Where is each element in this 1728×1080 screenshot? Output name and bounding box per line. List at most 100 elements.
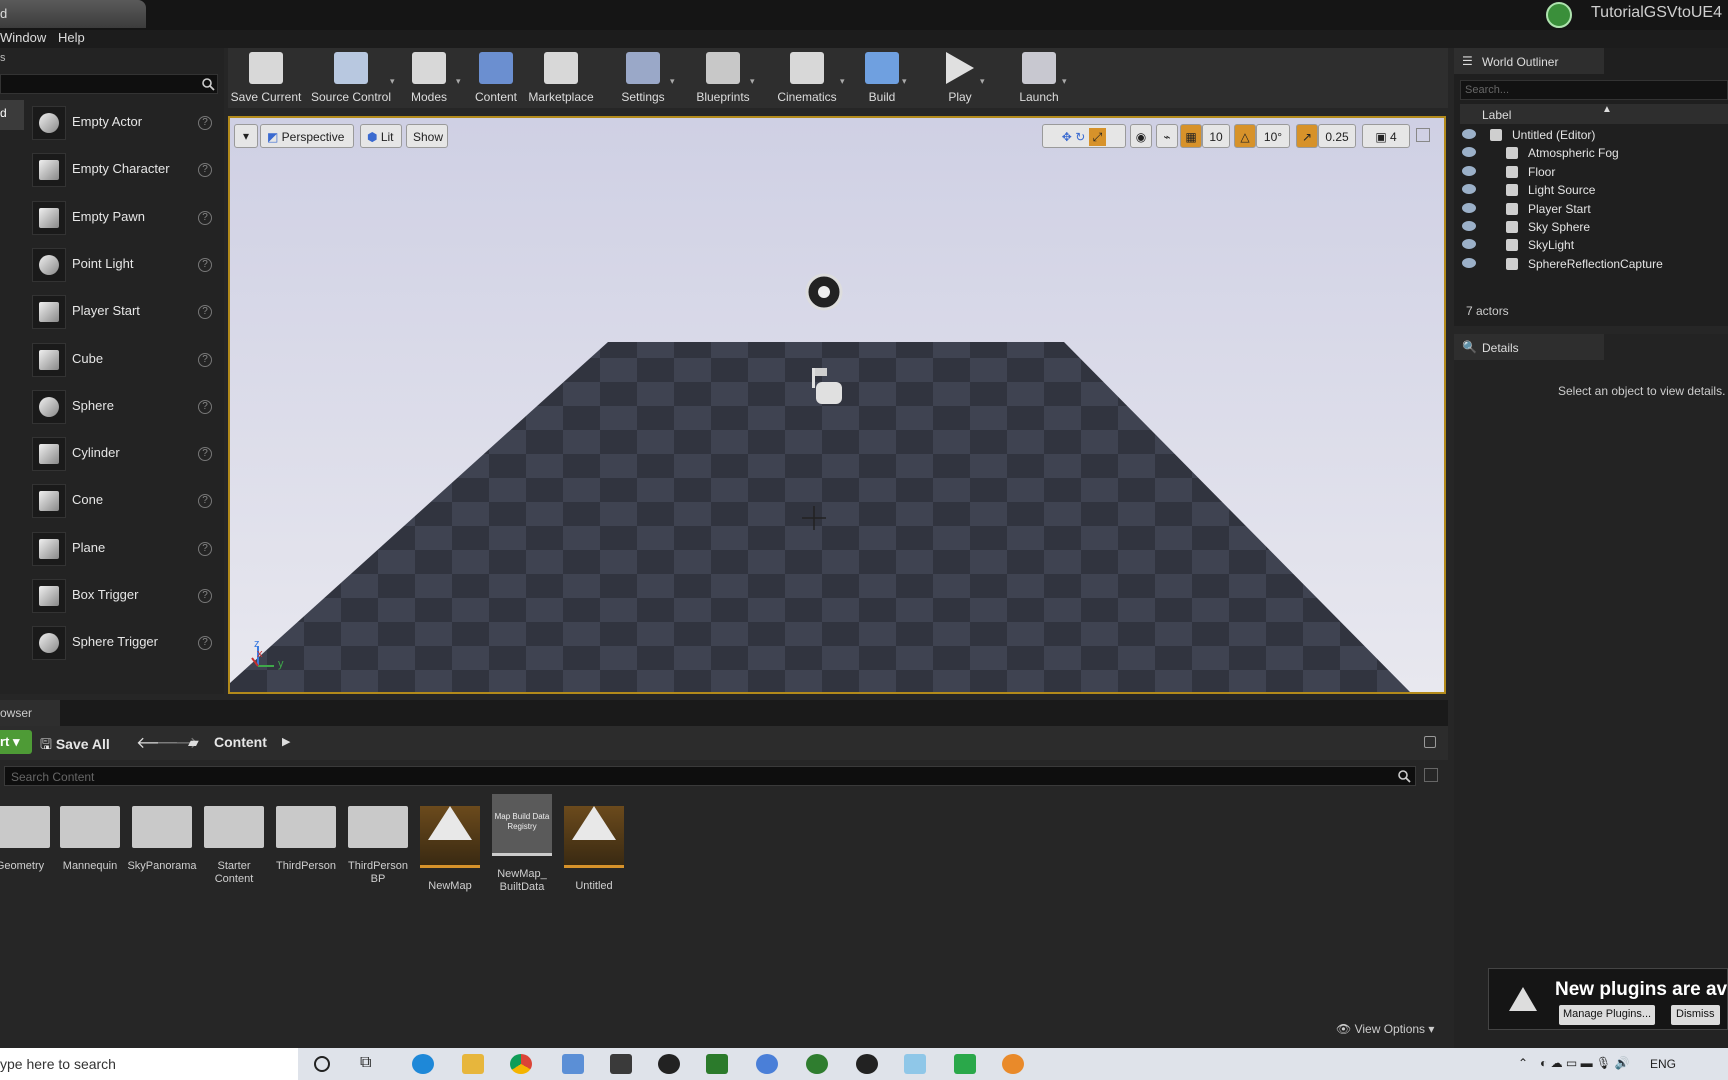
modes-tab-fragment[interactable]: s bbox=[0, 52, 6, 64]
chevron-down-icon[interactable]: ▾ bbox=[456, 76, 461, 87]
language-indicator[interactable]: ENG bbox=[1650, 1057, 1676, 1071]
show-button[interactable]: Show bbox=[406, 124, 448, 148]
place-item-sphere-trigger[interactable]: Sphere Trigger? bbox=[26, 622, 220, 665]
file-explorer-icon[interactable] bbox=[462, 1054, 484, 1074]
label-column-header[interactable]: Label ▲ bbox=[1460, 104, 1728, 124]
modes-search-input[interactable] bbox=[0, 74, 218, 94]
scale-icon[interactable]: ⤢ bbox=[1088, 128, 1107, 146]
surface-snap-button[interactable]: ⌁ bbox=[1156, 124, 1178, 148]
place-item-cylinder[interactable]: Cylinder? bbox=[26, 433, 220, 476]
outliner-row[interactable]: Floor bbox=[1454, 163, 1728, 181]
settings-button[interactable]: Settings bbox=[610, 52, 676, 108]
outliner-row[interactable]: SphereReflectionCapture bbox=[1454, 255, 1728, 273]
cortana-icon[interactable] bbox=[314, 1056, 330, 1072]
help-icon[interactable]: ? bbox=[198, 257, 212, 272]
outliner-row[interactable]: Untitled (Editor) bbox=[1454, 126, 1728, 144]
place-category-tab[interactable]: d bbox=[0, 100, 24, 130]
outliner-search-input[interactable]: Search... bbox=[1460, 80, 1728, 100]
rotation-snap-value[interactable]: 10° bbox=[1256, 124, 1290, 148]
place-item-box-trigger[interactable]: Box Trigger? bbox=[26, 575, 220, 618]
asset-tile[interactable]: ThirdPerson bbox=[270, 794, 342, 873]
asset-tile[interactable]: Map Build Data Registry NewMap_ BuiltData bbox=[486, 794, 558, 894]
chrome-alt-icon[interactable] bbox=[756, 1054, 778, 1074]
help-icon[interactable]: ? bbox=[198, 399, 212, 414]
path-content[interactable]: Content bbox=[214, 734, 267, 750]
translate-icon[interactable]: ✥ bbox=[1062, 130, 1072, 144]
content-browser-tab[interactable]: owser bbox=[0, 700, 60, 726]
asset-tile[interactable]: Mannequin bbox=[54, 794, 126, 873]
chevron-down-icon[interactable]: ▾ bbox=[840, 76, 845, 87]
scale-snap-value[interactable]: 0.25 bbox=[1318, 124, 1356, 148]
view-options-button[interactable]: 👁 View Options ▾ bbox=[1336, 1022, 1434, 1036]
outliner-row[interactable]: Atmospheric Fog bbox=[1454, 144, 1728, 162]
taskbar-search-input[interactable]: ype here to search bbox=[0, 1048, 298, 1080]
help-icon[interactable]: ? bbox=[198, 116, 212, 130]
place-item-plane[interactable]: Plane? bbox=[26, 528, 220, 571]
visibility-eye-icon[interactable] bbox=[1462, 239, 1476, 250]
marketplace-button[interactable]: Marketplace bbox=[526, 52, 596, 108]
save-current-button[interactable]: Save Current bbox=[228, 52, 304, 108]
help-icon[interactable]: ? bbox=[198, 447, 212, 462]
lock-icon[interactable] bbox=[1424, 736, 1436, 748]
save-search-icon[interactable] bbox=[1424, 768, 1438, 782]
path-chevron-icon[interactable]: ▶ bbox=[282, 735, 290, 748]
camera-speed-button[interactable]: ▣ 4 bbox=[1362, 124, 1410, 148]
tray-chevron-icon[interactable]: ⌃ bbox=[1518, 1056, 1528, 1070]
menu-window[interactable]: Window bbox=[0, 30, 46, 45]
chevron-down-icon[interactable]: ▾ bbox=[980, 76, 985, 87]
menu-help[interactable]: Help bbox=[58, 30, 85, 45]
app-icon-6[interactable] bbox=[954, 1054, 976, 1074]
play-button[interactable]: Play bbox=[934, 52, 986, 108]
coordinate-system-button[interactable]: ◉ bbox=[1130, 124, 1152, 148]
obs-icon[interactable] bbox=[658, 1054, 680, 1074]
asset-tile[interactable]: Starter Content bbox=[198, 794, 270, 886]
visibility-eye-icon[interactable] bbox=[1462, 165, 1476, 176]
asset-tile[interactable]: SkyPanorama bbox=[126, 794, 198, 873]
blueprints-button[interactable]: Blueprints bbox=[690, 52, 756, 108]
app-icon-4[interactable] bbox=[806, 1054, 828, 1074]
content-button[interactable]: Content bbox=[468, 52, 524, 108]
asset-tile[interactable]: NewMap bbox=[414, 794, 486, 893]
visibility-eye-icon[interactable] bbox=[1462, 202, 1476, 213]
chevron-down-icon[interactable]: ▾ bbox=[1062, 76, 1067, 87]
help-icon[interactable]: ? bbox=[198, 305, 212, 320]
scale-snap-toggle[interactable]: ↗ bbox=[1296, 124, 1318, 148]
app-icon-3[interactable] bbox=[706, 1054, 728, 1074]
manage-plugins-button[interactable]: Manage Plugins... bbox=[1559, 1005, 1656, 1025]
help-icon[interactable]: ? bbox=[198, 163, 212, 178]
transform-tools[interactable]: ✥ ↻ ⤢ bbox=[1042, 124, 1126, 148]
help-icon[interactable]: ? bbox=[198, 352, 212, 367]
edge-icon[interactable] bbox=[412, 1054, 434, 1074]
rotation-snap-toggle[interactable]: △ bbox=[1234, 124, 1256, 148]
details-tab[interactable]: 🔍 Details bbox=[1454, 334, 1604, 360]
visibility-eye-icon[interactable] bbox=[1462, 129, 1476, 139]
viewport-options-dropdown[interactable]: ▾ bbox=[234, 124, 258, 148]
maximize-viewport-icon[interactable] bbox=[1416, 128, 1430, 142]
chevron-down-icon[interactable]: ▾ bbox=[902, 76, 907, 87]
help-icon[interactable]: ? bbox=[198, 636, 212, 651]
grid-snap-value[interactable]: 10 bbox=[1202, 124, 1230, 148]
rotate-icon[interactable]: ↻ bbox=[1075, 130, 1085, 144]
modes-button[interactable]: Modes bbox=[396, 52, 462, 108]
asset-tile[interactable]: ThirdPerson BP bbox=[342, 794, 414, 886]
grid-snap-toggle[interactable]: ▦ bbox=[1180, 124, 1202, 148]
visibility-eye-icon[interactable] bbox=[1462, 257, 1476, 268]
chevron-down-icon[interactable]: ▾ bbox=[750, 76, 755, 87]
blender-icon[interactable] bbox=[1002, 1054, 1024, 1074]
world-outliner-tab[interactable]: ☰ World Outliner bbox=[1454, 48, 1604, 74]
unreal-engine-icon[interactable] bbox=[856, 1054, 878, 1074]
task-view-icon[interactable]: ⧉ bbox=[360, 1054, 371, 1072]
build-button[interactable]: Build bbox=[856, 52, 908, 108]
lit-button[interactable]: ⬢ Lit bbox=[360, 124, 402, 148]
visibility-eye-icon[interactable] bbox=[1462, 147, 1476, 158]
import-button[interactable]: rt ▾ bbox=[0, 730, 32, 754]
perspective-button[interactable]: ◩ Perspective bbox=[260, 124, 354, 148]
cinematics-button[interactable]: Cinematics bbox=[768, 52, 846, 108]
chrome-icon[interactable] bbox=[510, 1054, 532, 1074]
outliner-row[interactable]: Player Start bbox=[1454, 200, 1728, 218]
dismiss-button[interactable]: Dismiss bbox=[1671, 1005, 1720, 1025]
place-item-empty-pawn[interactable]: Empty Pawn? bbox=[26, 197, 220, 240]
help-icon[interactable]: ? bbox=[198, 589, 212, 603]
outliner-row[interactable]: SkyLight bbox=[1454, 236, 1728, 254]
launch-button[interactable]: Launch bbox=[1010, 52, 1068, 108]
